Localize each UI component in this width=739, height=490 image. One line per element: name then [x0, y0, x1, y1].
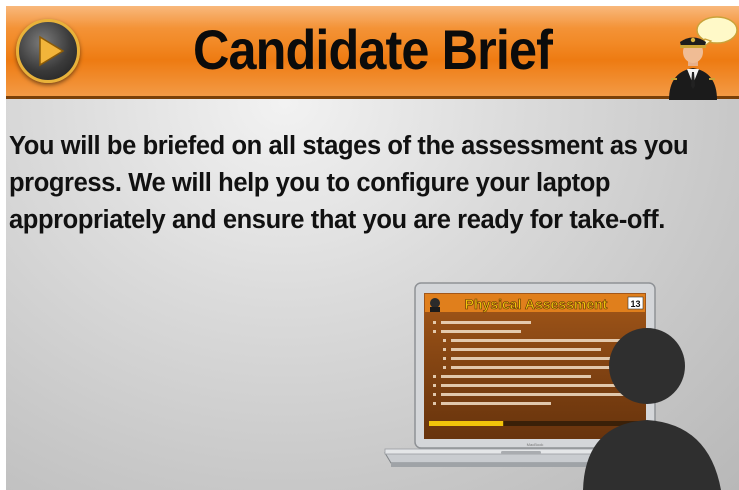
laptop-screen-title: Physical Assessment — [465, 296, 608, 312]
laptop-slide-number: 13 — [630, 299, 640, 309]
svg-text:MacBook: MacBook — [527, 442, 544, 447]
person-silhouette-icon — [583, 328, 721, 490]
page-title: Candidate Brief — [193, 18, 553, 81]
slide-canvas: Candidate Brief You will be briefed on a… — [6, 6, 739, 490]
laptop-progress-fill — [429, 421, 504, 426]
header-bar: Candidate Brief — [6, 6, 739, 100]
brief-description: You will be briefed on all stages of the… — [9, 132, 689, 234]
pilot-speech-icon — [669, 16, 738, 100]
